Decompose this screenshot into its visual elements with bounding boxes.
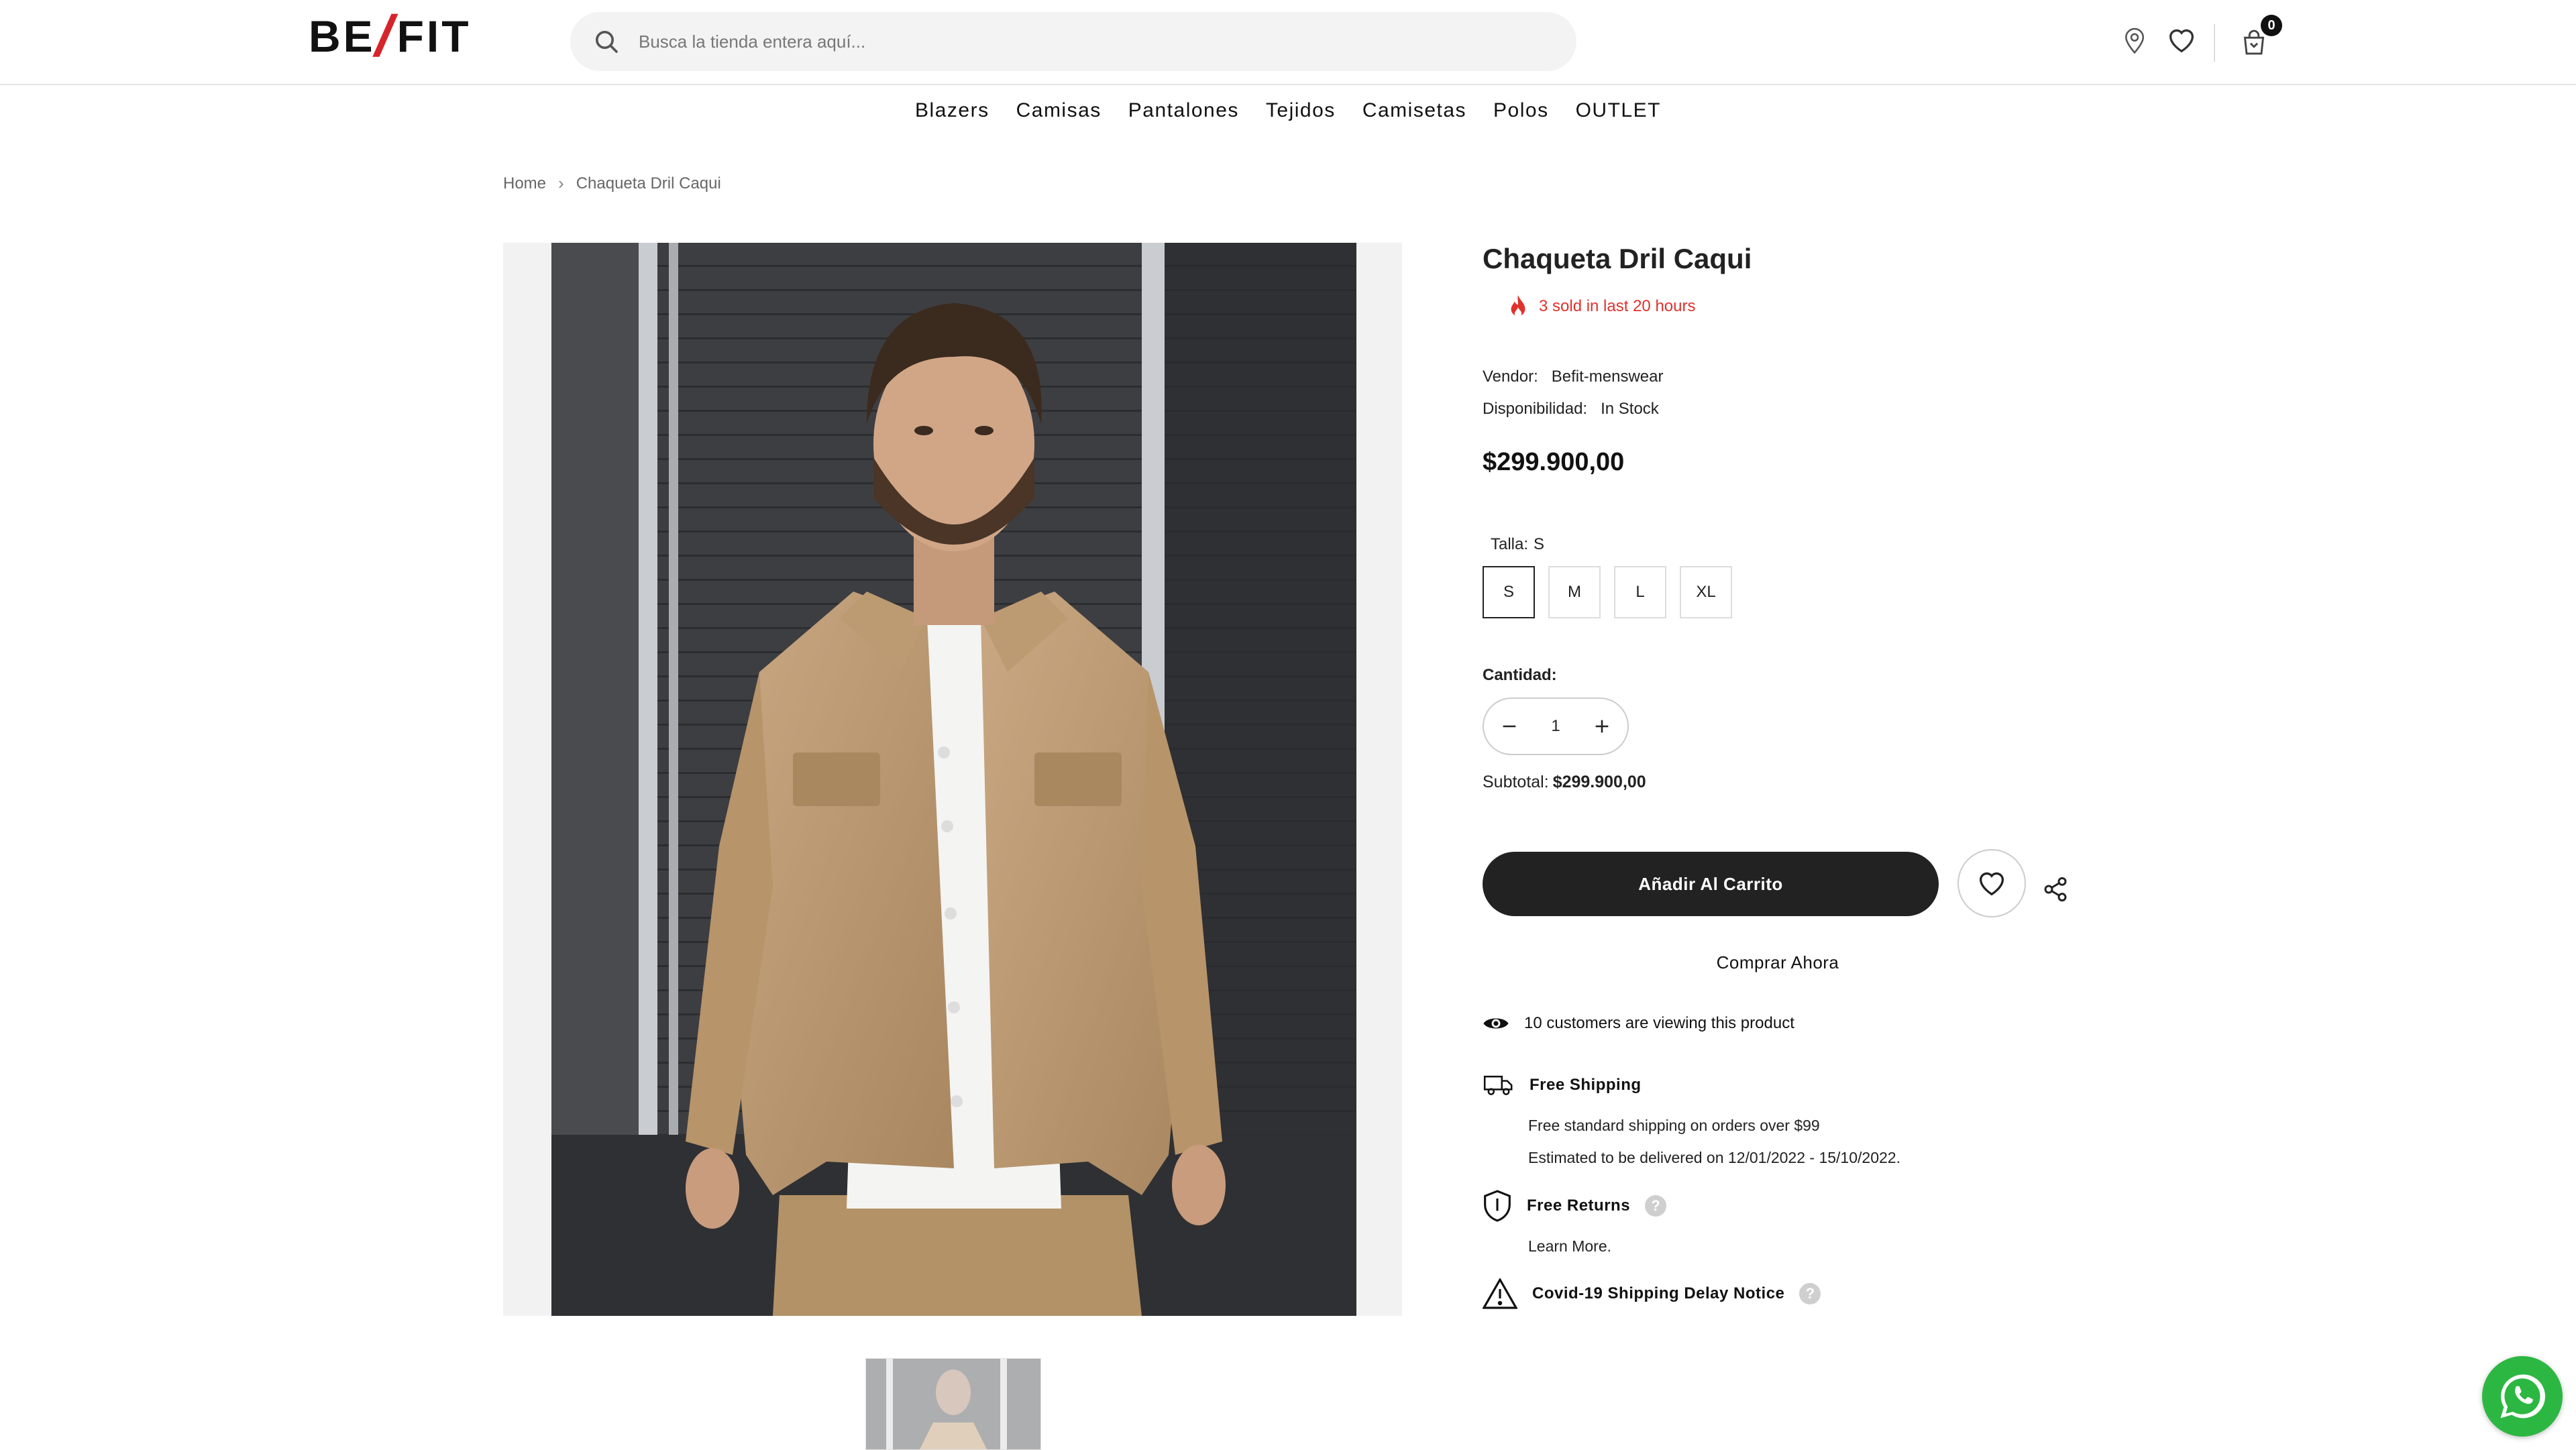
vendor-label: Vendor: — [1483, 368, 1538, 386]
free-shipping-row: Free Shipping — [1483, 1072, 1642, 1099]
buy-now-button[interactable]: Comprar Ahora — [1483, 952, 2073, 973]
minus-icon[interactable] — [1496, 713, 1523, 740]
wishlist-button[interactable] — [1957, 849, 2026, 917]
logo-text-left: BE — [309, 11, 376, 61]
add-to-cart-button[interactable]: Añadir Al Carrito — [1483, 852, 1939, 916]
share-icon[interactable] — [2042, 876, 2069, 903]
truck-icon — [1483, 1075, 1513, 1095]
nav-item-outlet[interactable]: OUTLET — [1576, 99, 1661, 122]
size-label-row: Talla: S — [1485, 535, 1544, 554]
product-thumbnail[interactable] — [865, 1358, 1041, 1450]
product-price: $299.900,00 — [1483, 448, 1625, 476]
warning-icon — [1483, 1278, 1517, 1309]
plus-icon[interactable] — [1589, 713, 1615, 740]
logo-text-right: FIT — [396, 11, 472, 61]
help-icon[interactable]: ? — [1799, 1283, 1821, 1304]
size-option-m[interactable]: M — [1548, 566, 1601, 618]
nav-item-tejidos[interactable]: Tejidos — [1266, 99, 1336, 122]
nav-item-camisetas[interactable]: Camisetas — [1362, 99, 1466, 122]
breadcrumb: Home › Chaqueta Dril Caqui — [503, 173, 721, 194]
free-returns-row: Free Returns ? — [1483, 1190, 1667, 1222]
site-logo[interactable]: BE / FIT — [309, 4, 472, 68]
cart-count-badge: 0 — [2261, 15, 2282, 36]
availability-row: Disponibilidad: In Stock — [1483, 400, 1659, 419]
breadcrumb-home[interactable]: Home — [503, 174, 546, 193]
nav-item-blazers[interactable]: Blazers — [915, 99, 989, 122]
nav-item-polos[interactable]: Polos — [1493, 99, 1549, 122]
main-nav: Blazers Camisas Pantalones Tejidos Camis… — [0, 99, 2576, 122]
size-selected-value: S — [1534, 535, 1545, 553]
header-divider — [2214, 24, 2215, 62]
heart-icon[interactable] — [2164, 24, 2199, 56]
quantity-label: Cantidad: — [1483, 666, 1557, 684]
subtotal-row: Subtotal: $299.900,00 — [1483, 773, 1646, 792]
search-icon[interactable] — [593, 28, 620, 55]
location-icon[interactable] — [2118, 23, 2151, 58]
covid-notice-title[interactable]: Covid-19 Shipping Delay Notice — [1532, 1284, 1784, 1303]
chevron-right-icon: › — [558, 173, 564, 193]
shipping-line-1: Free standard shipping on orders over $9… — [1528, 1117, 1820, 1134]
heart-icon — [1979, 872, 2004, 896]
sold-notice: 3 sold in last 20 hours — [1509, 295, 1695, 318]
breadcrumb-current: Chaqueta Dril Caqui — [576, 174, 721, 192]
shield-icon — [1484, 1190, 1511, 1222]
availability-label: Disponibilidad: — [1483, 400, 1588, 418]
free-returns-title: Free Returns — [1527, 1196, 1631, 1215]
size-options: S M L XL — [1483, 566, 1732, 618]
vendor-value[interactable]: Befit-menswear — [1552, 368, 1664, 386]
subtotal-value: $299.900,00 — [1552, 773, 1646, 791]
help-icon[interactable]: ? — [1645, 1195, 1667, 1217]
shipping-line-2: Estimated to be delivered on 12/01/2022 … — [1528, 1149, 1900, 1166]
search-bar[interactable] — [570, 12, 1576, 71]
eye-icon — [1483, 1018, 1509, 1029]
availability-value: In Stock — [1601, 400, 1659, 418]
sold-notice-text: 3 sold in last 20 hours — [1539, 297, 1696, 315]
vendor-row: Vendor: Befit-menswear — [1483, 368, 1663, 386]
search-input[interactable] — [637, 30, 1512, 53]
fire-icon — [1511, 295, 1525, 317]
quantity-value[interactable]: 1 — [1551, 717, 1560, 736]
quantity-stepper: 1 — [1483, 698, 1629, 755]
viewers-text: 10 customers are viewing this product — [1524, 1014, 1794, 1032]
size-option-xl[interactable]: XL — [1680, 566, 1732, 618]
product-main-image[interactable] — [551, 243, 1356, 1316]
site-header: BE/FIT 0 — [0, 0, 2576, 85]
covid-notice-row: Covid-19 Shipping Delay Notice ? — [1483, 1278, 1821, 1309]
viewers-row: 10 customers are viewing this product — [1483, 1014, 1794, 1033]
free-shipping-title: Free Shipping — [1529, 1076, 1642, 1094]
whatsapp-icon[interactable] — [2482, 1356, 2563, 1437]
nav-item-pantalones[interactable]: Pantalones — [1128, 99, 1239, 122]
subtotal-label: Subtotal: — [1483, 773, 1549, 791]
product-gallery — [503, 243, 1402, 1316]
size-label: Talla: — [1491, 535, 1529, 553]
learn-more-link[interactable]: Learn More. — [1528, 1237, 1611, 1256]
product-title: Chaqueta Dril Caqui — [1483, 243, 1752, 274]
nav-item-camisas[interactable]: Camisas — [1016, 99, 1102, 122]
size-option-l[interactable]: L — [1614, 566, 1666, 618]
size-option-s[interactable]: S — [1483, 566, 1535, 618]
